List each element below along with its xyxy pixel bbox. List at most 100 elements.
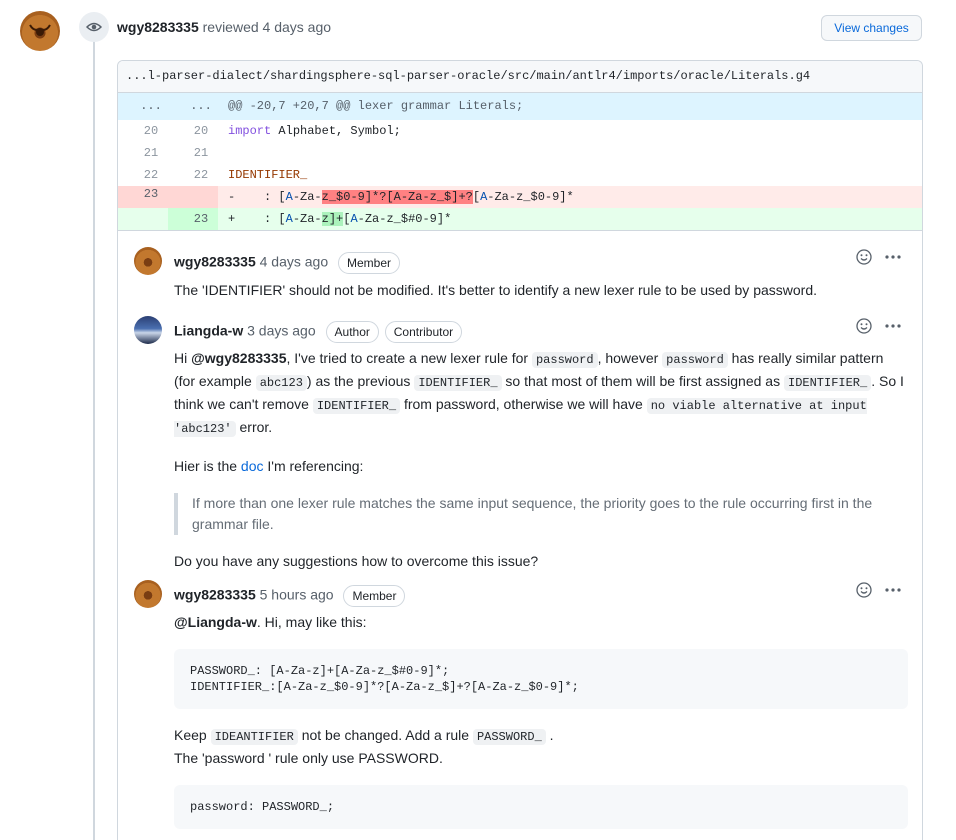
text: Keep xyxy=(174,727,211,743)
comment-thread xyxy=(118,230,922,231)
view-changes-button[interactable]: View changes xyxy=(821,15,922,41)
diff-line-deleted: 23 - : [A-Za-z_$0-9]*?[A-Za-z_$]+?[A-Za-… xyxy=(118,186,922,208)
inline-code: PASSWORD_ xyxy=(472,729,546,745)
code-text: A xyxy=(285,212,293,226)
code-text: -Za- xyxy=(292,212,322,226)
line-number-new[interactable]: 23 xyxy=(176,208,226,230)
code-text: -Za-z_$#0-9]* xyxy=(357,212,452,226)
code-removed-highlight: z_$0-9]*?[A-Za-z_$]+? xyxy=(321,190,473,204)
user-mention[interactable]: @wgy8283335 xyxy=(191,350,286,366)
text: . xyxy=(545,727,554,743)
comment-paragraph: Do you have any suggestions how to overc… xyxy=(174,553,539,569)
text: ) as the previous xyxy=(306,373,415,389)
comment-body: @Liangda-w. Hi, may like this: PASSWORD_… xyxy=(174,612,908,829)
comment-header: wgy8283335 4 days ago Member xyxy=(174,252,401,274)
comment-avatar[interactable] xyxy=(134,580,162,608)
comment-author[interactable]: Liangda-w xyxy=(174,323,243,339)
review-author[interactable]: wgy8283335 xyxy=(117,19,199,35)
text: , I've tried to create a new lexer rule … xyxy=(286,350,532,366)
text: I'm referencing: xyxy=(263,458,364,474)
code-text: -Za- xyxy=(292,190,322,204)
code-text: -Za-z_$0-9]* xyxy=(487,190,574,204)
text: so that most of them will be first assig… xyxy=(501,373,784,389)
text: Hier is the xyxy=(174,458,241,474)
code-text: : [ xyxy=(235,212,286,226)
text: , however xyxy=(597,350,663,366)
line-code: - : [A-Za-z_$0-9]*?[A-Za-z_$]+?[A-Za-z_$… xyxy=(228,186,574,208)
review-header: wgy8283335 reviewed 4 days ago xyxy=(117,19,331,35)
code-identifier: IDENTIFIER_ xyxy=(228,168,308,182)
comment-paragraph: Hier is the doc I'm referencing: xyxy=(174,456,908,477)
role-badge: Author xyxy=(325,321,379,343)
review-action: reviewed xyxy=(202,19,259,35)
code-block: PASSWORD_: [A-Za-z]+[A-Za-z_$#0-9]*; IDE… xyxy=(174,649,908,709)
code-text: A xyxy=(350,212,358,226)
line-number-new[interactable]: 21 xyxy=(176,142,226,164)
text: . Hi, may like this: xyxy=(256,614,367,630)
comment-time[interactable]: 5 hours ago xyxy=(260,587,334,603)
comment-paragraph: Keep IDEANTIFIER not be changed. Add a r… xyxy=(174,725,908,748)
line-number-new[interactable]: 22 xyxy=(176,164,226,186)
smiley-icon[interactable] xyxy=(856,318,872,334)
text: from password, otherwise we will have xyxy=(400,396,647,412)
inline-code: abc123 xyxy=(255,375,307,391)
comment-actions xyxy=(856,318,902,334)
line-number-old[interactable]: 23 xyxy=(126,183,176,205)
code-keyword: import xyxy=(228,124,272,138)
hunk-text: @@ -20,7 +20,7 @@ lexer grammar Literals… xyxy=(228,99,524,113)
diff-line: 21 21 xyxy=(118,142,922,164)
inline-code: IDEANTIFIER xyxy=(210,729,298,745)
comment-text: The 'IDENTIFIER' should not be modified.… xyxy=(174,282,818,298)
line-number-old[interactable]: 21 xyxy=(126,142,176,164)
diff-line: 22 22 IDENTIFIER_ xyxy=(118,164,922,186)
code-text: Alphabet, Symbol; xyxy=(271,124,401,138)
text: not be changed. Add a rule xyxy=(297,727,473,743)
reviewer-avatar[interactable] xyxy=(20,11,60,51)
role-badge: Member xyxy=(343,585,406,607)
comment-header: wgy8283335 5 hours ago Member xyxy=(174,585,406,607)
comment-paragraph: The 'password ' rule only use PASSWORD. xyxy=(174,750,443,766)
timeline-line xyxy=(93,40,95,840)
bull-avatar-icon xyxy=(29,24,51,36)
hunk-expand-left[interactable]: ... xyxy=(126,93,176,120)
comment-actions xyxy=(856,249,902,265)
role-badge: Member xyxy=(338,252,401,274)
inline-code: IDENTIFIER_ xyxy=(312,398,401,414)
kebab-horizontal-icon[interactable] xyxy=(884,318,902,334)
diff-hunk-header: ... ... @@ -20,7 +20,7 @@ lexer grammar … xyxy=(118,93,922,120)
comment-author[interactable]: wgy8283335 xyxy=(174,587,256,603)
diff-line-added: 23 + : [A-Za-z]+[A-Za-z_$#0-9]* xyxy=(118,208,922,230)
hunk-expand-right[interactable]: ... xyxy=(176,93,226,120)
smiley-icon[interactable] xyxy=(856,582,872,598)
comment-time[interactable]: 3 days ago xyxy=(247,323,316,339)
blockquote: If more than one lexer rule matches the … xyxy=(174,493,908,535)
code-added-highlight: z]+ xyxy=(321,212,344,226)
comment-header: Liangda-w 3 days ago Author Contributor xyxy=(174,321,463,343)
text: error. xyxy=(235,419,273,435)
code-text: : [ xyxy=(235,190,286,204)
diff-table: ... ... @@ -20,7 +20,7 @@ lexer grammar … xyxy=(118,93,922,230)
comment-body: Hi @wgy8283335, I've tried to create a n… xyxy=(174,348,908,572)
eye-icon xyxy=(79,12,109,42)
code-block: password: PASSWORD_; xyxy=(174,785,908,829)
review-file-box: ...l-parser-dialect/shardingsphere-sql-p… xyxy=(117,60,923,840)
doc-link[interactable]: doc xyxy=(241,458,264,474)
line-number-old[interactable]: 20 xyxy=(126,120,176,142)
comment-body: The 'IDENTIFIER' should not be modified.… xyxy=(174,280,908,301)
kebab-horizontal-icon[interactable] xyxy=(884,582,902,598)
diff-line: 20 20 import Alphabet, Symbol; xyxy=(118,120,922,142)
inline-code: IDENTIFIER_ xyxy=(414,375,502,391)
comment-author[interactable]: wgy8283335 xyxy=(174,254,256,270)
text: Hi xyxy=(174,350,192,366)
review-time[interactable]: 4 days ago xyxy=(263,19,332,35)
comment-avatar[interactable] xyxy=(134,247,162,275)
comment-time[interactable]: 4 days ago xyxy=(260,254,329,270)
code-text: A xyxy=(285,190,293,204)
line-number-new[interactable]: 20 xyxy=(176,120,226,142)
user-mention[interactable]: @Liangda-w xyxy=(174,614,257,630)
smiley-icon[interactable] xyxy=(856,249,872,265)
file-path[interactable]: ...l-parser-dialect/shardingsphere-sql-p… xyxy=(118,61,922,93)
kebab-horizontal-icon[interactable] xyxy=(884,249,902,265)
comment-avatar[interactable] xyxy=(134,316,162,344)
code-text: [ xyxy=(472,190,481,204)
